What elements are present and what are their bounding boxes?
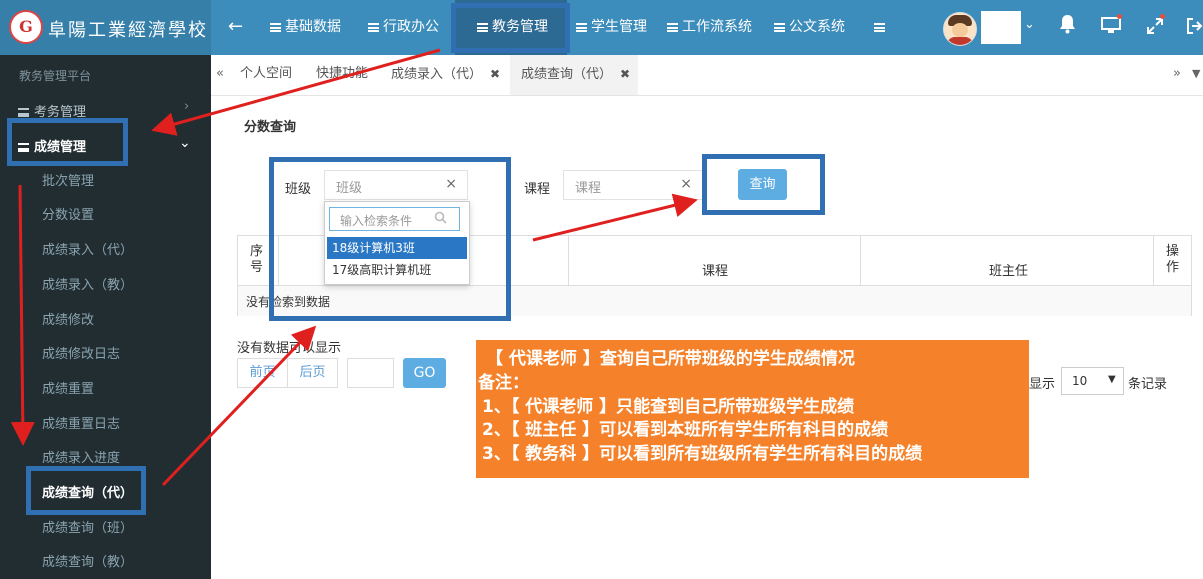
arrow-class-to-button [532, 193, 698, 242]
arrow-down-sidebar [10, 184, 35, 446]
annotation-arrows [10, 48, 698, 487]
arrow-query-to-class [161, 325, 317, 487]
arrow-nav-to-grades [151, 48, 441, 136]
